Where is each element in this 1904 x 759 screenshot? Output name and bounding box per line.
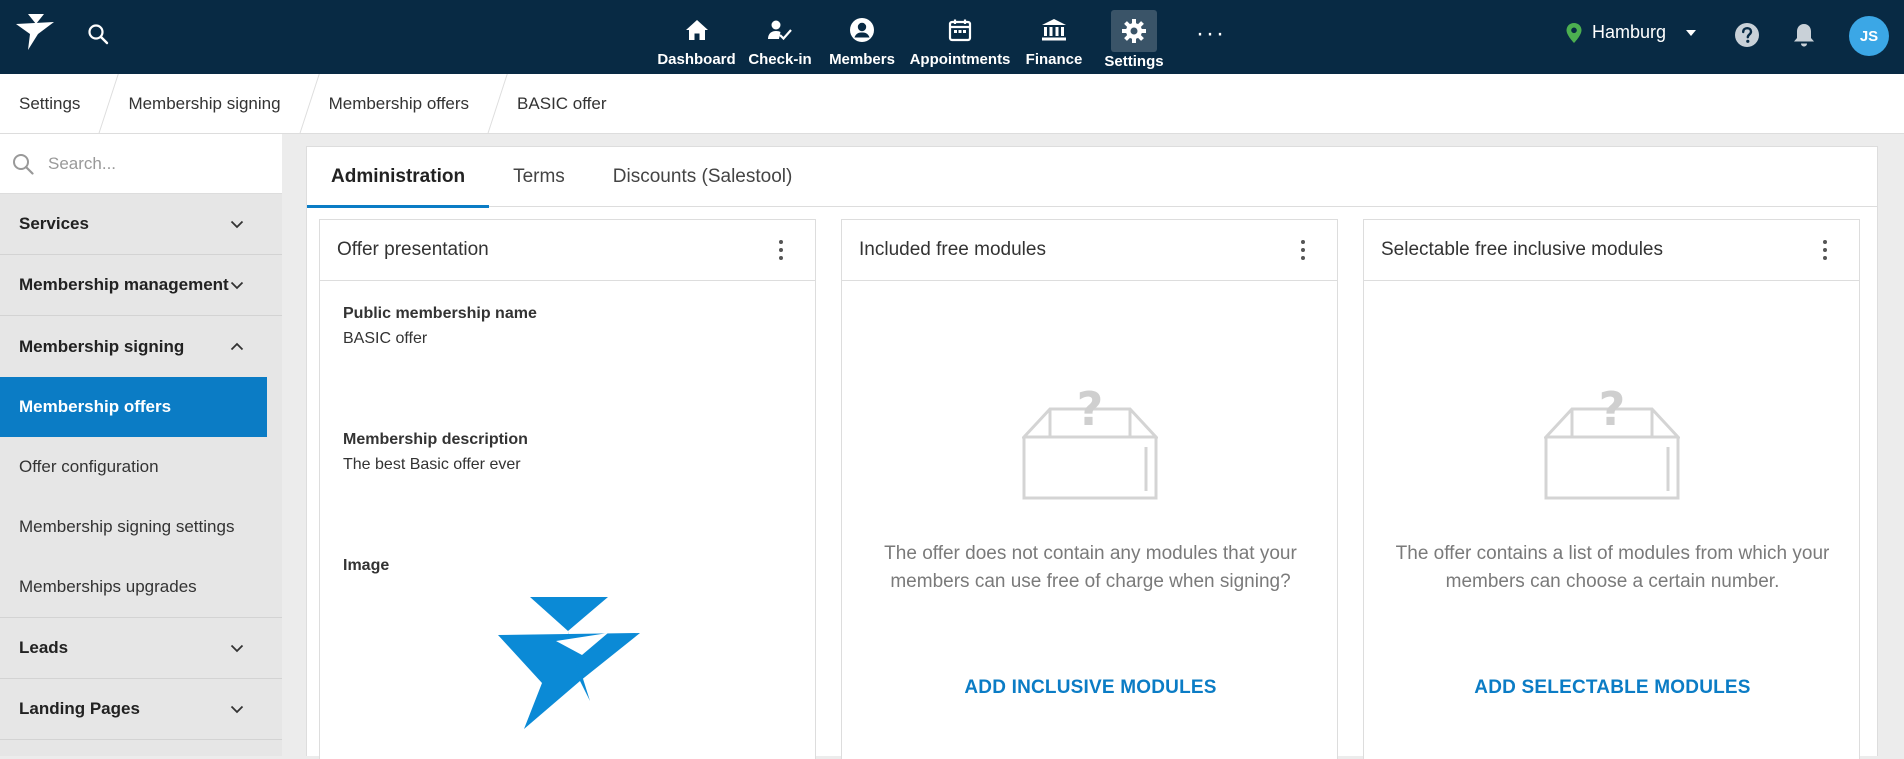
nav-members-label: Members <box>829 51 895 68</box>
nav-check-in[interactable]: Check-in <box>740 0 820 74</box>
sidebar-group-landing-pages[interactable]: Landing Pages <box>0 679 282 740</box>
location-pin-icon <box>1566 22 1582 43</box>
sidebar-group-label: Membership signing <box>19 336 185 356</box>
sidebar-item-memberships-upgrades[interactable]: Memberships upgrades <box>0 557 267 617</box>
sidebar-group-leads[interactable]: Leads <box>0 618 282 679</box>
sidebar-group-label: Membership management <box>19 275 229 294</box>
sidebar-subitems: Membership offers Offer configuration Me… <box>0 377 282 618</box>
card-header: Selectable free inclusive modules <box>1364 220 1859 281</box>
offer-presentation-card: Offer presentation Public membership nam… <box>319 219 816 759</box>
home-icon <box>685 20 708 40</box>
breadcrumb-membership-offers[interactable]: Membership offers <box>310 74 497 134</box>
card-menu-kebab-icon[interactable] <box>775 236 787 264</box>
tab-terms[interactable]: Terms <box>489 147 589 207</box>
public-name-value: BASIC offer <box>343 330 428 347</box>
svg-text:?: ? <box>1077 385 1104 436</box>
search-icon <box>13 153 34 175</box>
breadcrumb: Settings Membership signing Membership o… <box>0 73 1904 134</box>
more-menu-button[interactable]: ··· <box>1176 0 1246 74</box>
chevron-up-icon <box>230 342 244 351</box>
nav-members[interactable]: Members <box>820 0 904 74</box>
empty-box-question-icon: ? <box>1544 385 1680 500</box>
chevron-down-icon <box>230 644 244 652</box>
calendar-icon <box>948 19 972 42</box>
offer-image-star-logo <box>498 597 640 729</box>
sidebar-group-label: Leads <box>19 638 69 657</box>
sidebar-group-label: Landing Pages <box>19 699 140 718</box>
nav-settings[interactable]: Settings <box>1092 0 1176 74</box>
sidebar-item-membership-offers[interactable]: Membership offers <box>0 377 267 437</box>
location-selector[interactable]: Hamburg <box>1566 22 1697 43</box>
add-selectable-modules-button[interactable]: ADD SELECTABLE MODULES <box>1364 677 1861 699</box>
offer-tabs: Administration Terms Discounts (Salestoo… <box>307 147 1877 208</box>
card-header: Included free modules <box>842 220 1337 281</box>
sidebar-group-services[interactable]: Services <box>0 194 282 255</box>
sidebar-group-label: Services <box>19 214 89 233</box>
tab-administration[interactable]: Administration <box>307 147 490 208</box>
sidebar-item-offer-configuration[interactable]: Offer configuration <box>0 437 267 497</box>
sidebar-group-membership-management[interactable]: Membership management <box>0 255 282 316</box>
settings-sidebar: Services Membership management Membershi… <box>0 134 282 756</box>
sidebar-item-membership-signing-settings[interactable]: Membership signing settings <box>0 497 267 557</box>
card-header: Offer presentation <box>320 220 815 281</box>
description-label: Membership description <box>343 431 528 448</box>
sidebar-search-input[interactable] <box>48 153 268 174</box>
breadcrumb-basic-offer: BASIC offer <box>517 93 607 113</box>
members-icon <box>850 18 874 42</box>
card-title: Included free modules <box>859 239 1046 260</box>
user-avatar[interactable]: JS <box>1849 16 1889 56</box>
selectable-free-modules-card: Selectable free inclusive modules ? The … <box>1363 219 1860 759</box>
add-inclusive-modules-button[interactable]: ADD INCLUSIVE MODULES <box>842 677 1339 699</box>
notifications-bell-icon[interactable] <box>1792 22 1816 48</box>
card-title: Selectable free inclusive modules <box>1381 239 1663 260</box>
included-free-modules-card: Included free modules ? The offer does n… <box>841 219 1338 759</box>
location-label: Hamburg <box>1592 22 1667 42</box>
sidebar-group-membership-signing[interactable]: Membership signing <box>0 316 282 377</box>
image-label: Image <box>343 557 390 574</box>
nav-dashboard-label: Dashboard <box>657 51 736 68</box>
nav-check-in-label: Check-in <box>748 51 812 68</box>
main-content: Administration Terms Discounts (Salestoo… <box>306 146 1878 759</box>
help-icon[interactable] <box>1734 22 1760 48</box>
tab-discounts-salestool[interactable]: Discounts (Salestool) <box>589 147 817 207</box>
nav-appointments[interactable]: Appointments <box>904 0 1016 74</box>
nav-finance-label: Finance <box>1025 51 1083 68</box>
empty-state-text: The offer contains a list of modules fro… <box>1395 543 1830 592</box>
caret-down-icon <box>1686 29 1697 36</box>
description-value: The best Basic offer ever <box>343 456 521 473</box>
empty-state-text: The offer does not contain any modules t… <box>884 543 1297 592</box>
more-dots-icon: ··· <box>1196 20 1226 47</box>
gear-icon <box>1122 19 1146 43</box>
brand-logo[interactable] <box>14 12 56 52</box>
card-title: Offer presentation <box>337 239 489 260</box>
check-in-icon <box>768 20 792 41</box>
empty-box-question-icon: ? <box>1022 385 1158 500</box>
bank-icon <box>1042 19 1066 41</box>
card-menu-kebab-icon[interactable] <box>1297 236 1309 264</box>
main-nav: Dashboard Check-in Members Appointments … <box>653 0 1246 74</box>
breadcrumb-membership-signing[interactable]: Membership signing <box>109 74 308 134</box>
breadcrumb-settings[interactable]: Settings <box>0 74 108 134</box>
public-name-label: Public membership name <box>343 305 537 322</box>
search-icon[interactable] <box>86 22 110 46</box>
sidebar-search <box>0 134 282 194</box>
top-navigation-bar: Dashboard Check-in Members Appointments … <box>0 0 1904 74</box>
chevron-down-icon <box>230 220 244 228</box>
card-menu-kebab-icon[interactable] <box>1819 236 1831 264</box>
chevron-down-icon <box>230 705 244 713</box>
nav-appointments-label: Appointments <box>909 51 1011 68</box>
svg-text:?: ? <box>1599 385 1626 436</box>
nav-dashboard[interactable]: Dashboard <box>653 0 740 74</box>
nav-finance[interactable]: Finance <box>1016 0 1092 74</box>
nav-settings-label: Settings <box>1104 53 1164 70</box>
chevron-down-icon <box>230 281 244 289</box>
